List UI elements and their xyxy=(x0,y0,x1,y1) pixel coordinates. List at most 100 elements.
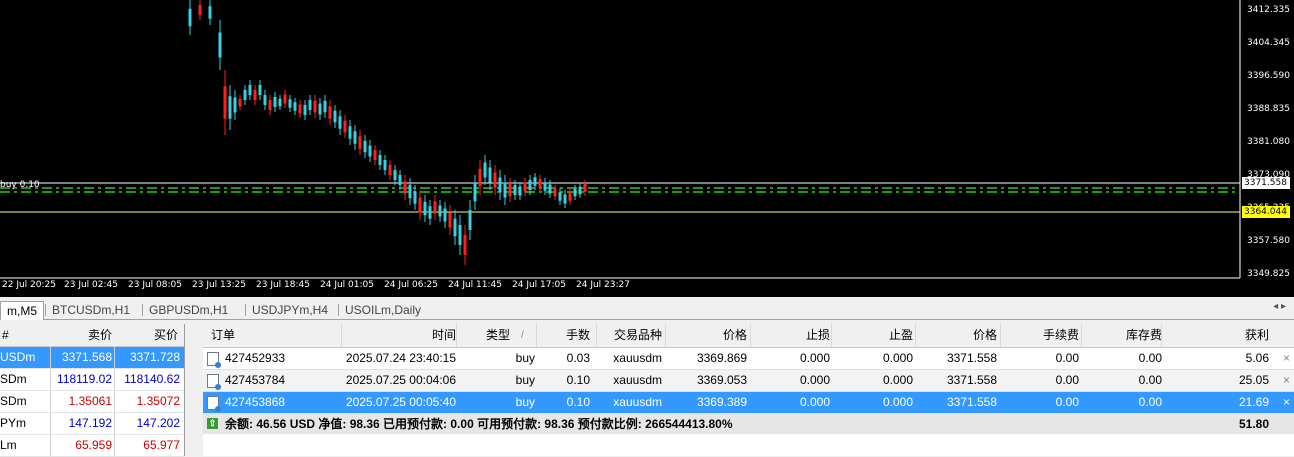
candle-body xyxy=(548,184,552,194)
candle-body xyxy=(453,218,457,237)
candle-body xyxy=(433,201,437,214)
candle-body xyxy=(558,192,562,201)
chart-tab[interactable]: USDJPYm,H4 xyxy=(246,301,334,319)
market-watch-header: # 卖价 买价 xyxy=(0,324,184,347)
commission-cell: 0.00 xyxy=(1055,373,1079,387)
candle-body xyxy=(578,186,582,195)
chart-tab[interactable]: USOILm,Daily xyxy=(339,301,427,319)
candle-body xyxy=(508,184,512,196)
volume-cell: 0.10 xyxy=(566,373,590,387)
column-divider[interactable] xyxy=(456,324,457,347)
col-order[interactable]: 订单 xyxy=(211,324,235,347)
chart-tab[interactable]: GBPUSDm,H1 xyxy=(143,301,234,319)
candle-body xyxy=(573,188,577,197)
order-type-cell: buy xyxy=(515,373,535,387)
symbol-name: USDm xyxy=(0,350,36,364)
ask-value: 65.977 xyxy=(143,438,180,452)
candle-body xyxy=(423,201,427,216)
column-divider[interactable] xyxy=(536,324,537,347)
column-divider[interactable] xyxy=(1000,324,1001,347)
candle-body xyxy=(343,120,347,133)
col-price[interactable]: 价格 xyxy=(668,324,747,347)
symbol-cell: xauusdm xyxy=(613,395,662,409)
column-divider[interactable] xyxy=(1081,324,1082,347)
open-price-cell: 3369.869 xyxy=(696,351,747,365)
column-divider[interactable] xyxy=(596,324,597,347)
market-watch-row[interactable]: SDm 1.35061 1.35072 xyxy=(0,391,184,413)
candle-body xyxy=(438,205,442,217)
column-divider xyxy=(50,391,51,412)
bid-value: 65.959 xyxy=(75,438,112,452)
order-id-cell: 427452933 xyxy=(225,351,286,365)
col-bid[interactable]: 卖价 xyxy=(88,324,112,346)
candle-body xyxy=(198,5,202,15)
chart-tab[interactable]: m,M5 xyxy=(0,301,44,320)
trade-table: 订单 时间 类型 / 手数 交易品种 价格 止损 止盈 价格 手续费 库存费 获… xyxy=(203,324,1294,456)
tab-scroll-arrows[interactable]: ◂ ▸ xyxy=(1273,301,1286,312)
close-order-icon[interactable]: × xyxy=(1283,392,1290,413)
price-chart[interactable]: buy 0.10 3412.335 3404.345 3396.590 3388.83… xyxy=(0,0,1294,297)
close-order-icon[interactable]: × xyxy=(1283,348,1290,369)
column-divider[interactable] xyxy=(750,324,751,347)
tab-separator xyxy=(338,304,339,316)
candle-body xyxy=(428,206,432,219)
close-order-icon[interactable]: × xyxy=(1283,370,1290,391)
chart-tab[interactable]: BTCUSDm,H1 xyxy=(46,301,136,319)
market-watch-row[interactable]: USDm 3371.568 3371.728 xyxy=(0,347,184,369)
market-watch-row[interactable]: PYm 147.192 147.202 xyxy=(0,413,184,435)
column-divider[interactable] xyxy=(665,324,666,347)
column-divider xyxy=(50,347,51,368)
column-divider xyxy=(50,435,51,456)
time-axis-label: 22 Jul 20:25 xyxy=(2,280,56,290)
candle-body xyxy=(478,168,482,187)
candle-body xyxy=(338,116,342,129)
trade-row[interactable]: 427452933 2025.07.24 23:40:15 buy 0.03 xauus… xyxy=(203,348,1294,370)
column-divider[interactable] xyxy=(915,324,916,347)
trade-row[interactable]: 427453868 2025.07.25 00:05:40 buy 0.10 xauus… xyxy=(203,392,1294,414)
col-symbol[interactable]: 交易品种 xyxy=(598,324,662,347)
col-symbol[interactable]: # xyxy=(2,324,9,346)
candle-body xyxy=(218,32,222,58)
col-type[interactable]: 类型 xyxy=(458,324,510,347)
column-divider[interactable] xyxy=(341,324,342,347)
market-watch-row[interactable]: Lm 65.959 65.977 xyxy=(0,435,184,457)
market-watch-row[interactable]: SDm 118119.02 118140.62 xyxy=(0,369,184,391)
col-tp[interactable]: 止盈 xyxy=(833,324,913,347)
trade-row[interactable]: 427453784 2025.07.25 00:04:06 buy 0.10 xauus… xyxy=(203,370,1294,392)
column-divider xyxy=(114,391,115,412)
column-divider xyxy=(50,369,51,390)
column-divider[interactable] xyxy=(1161,324,1162,347)
account-summary-row[interactable]: ⇧ 余额: 46.56 USD 净值: 98.36 已用预付款: 0.00 可用… xyxy=(203,414,1294,434)
candle-body xyxy=(313,100,317,113)
col-commission[interactable]: 手续费 xyxy=(1003,324,1079,347)
column-divider xyxy=(114,435,115,456)
col-volume[interactable]: 手数 xyxy=(538,324,590,347)
candles-group xyxy=(188,0,587,265)
candle-body xyxy=(208,6,212,19)
ask-value: 147.202 xyxy=(136,416,180,430)
candle-body xyxy=(443,208,447,222)
candle-body xyxy=(303,105,307,115)
candle-body xyxy=(568,192,572,201)
panel-splitter[interactable] xyxy=(185,324,203,456)
col-sl[interactable]: 止损 xyxy=(753,324,830,347)
col-time[interactable]: 时间 xyxy=(343,324,456,347)
candle-body xyxy=(398,175,402,185)
col-swap[interactable]: 库存费 xyxy=(1083,324,1162,347)
col-profit[interactable]: 获利 xyxy=(1163,324,1269,347)
candle-body xyxy=(308,100,312,110)
candle-body xyxy=(448,212,452,228)
symbol-name: Lm xyxy=(0,438,17,452)
candle-body xyxy=(188,8,192,27)
candle-body xyxy=(418,197,422,213)
candle-body xyxy=(253,90,257,100)
column-divider[interactable] xyxy=(831,324,832,347)
market-watch: # 卖价 买价 USDm 3371.568 3371.728 SDm 118119.02… xyxy=(0,324,185,457)
price-axis-label: 3357.580 xyxy=(1247,236,1290,246)
bid-value: 3371.568 xyxy=(61,350,112,364)
candle-body xyxy=(553,188,557,197)
col-price2[interactable]: 价格 xyxy=(918,324,997,347)
candle-body xyxy=(358,136,362,149)
col-ask[interactable]: 买价 xyxy=(154,324,178,346)
chart-canvas[interactable] xyxy=(0,0,1294,297)
